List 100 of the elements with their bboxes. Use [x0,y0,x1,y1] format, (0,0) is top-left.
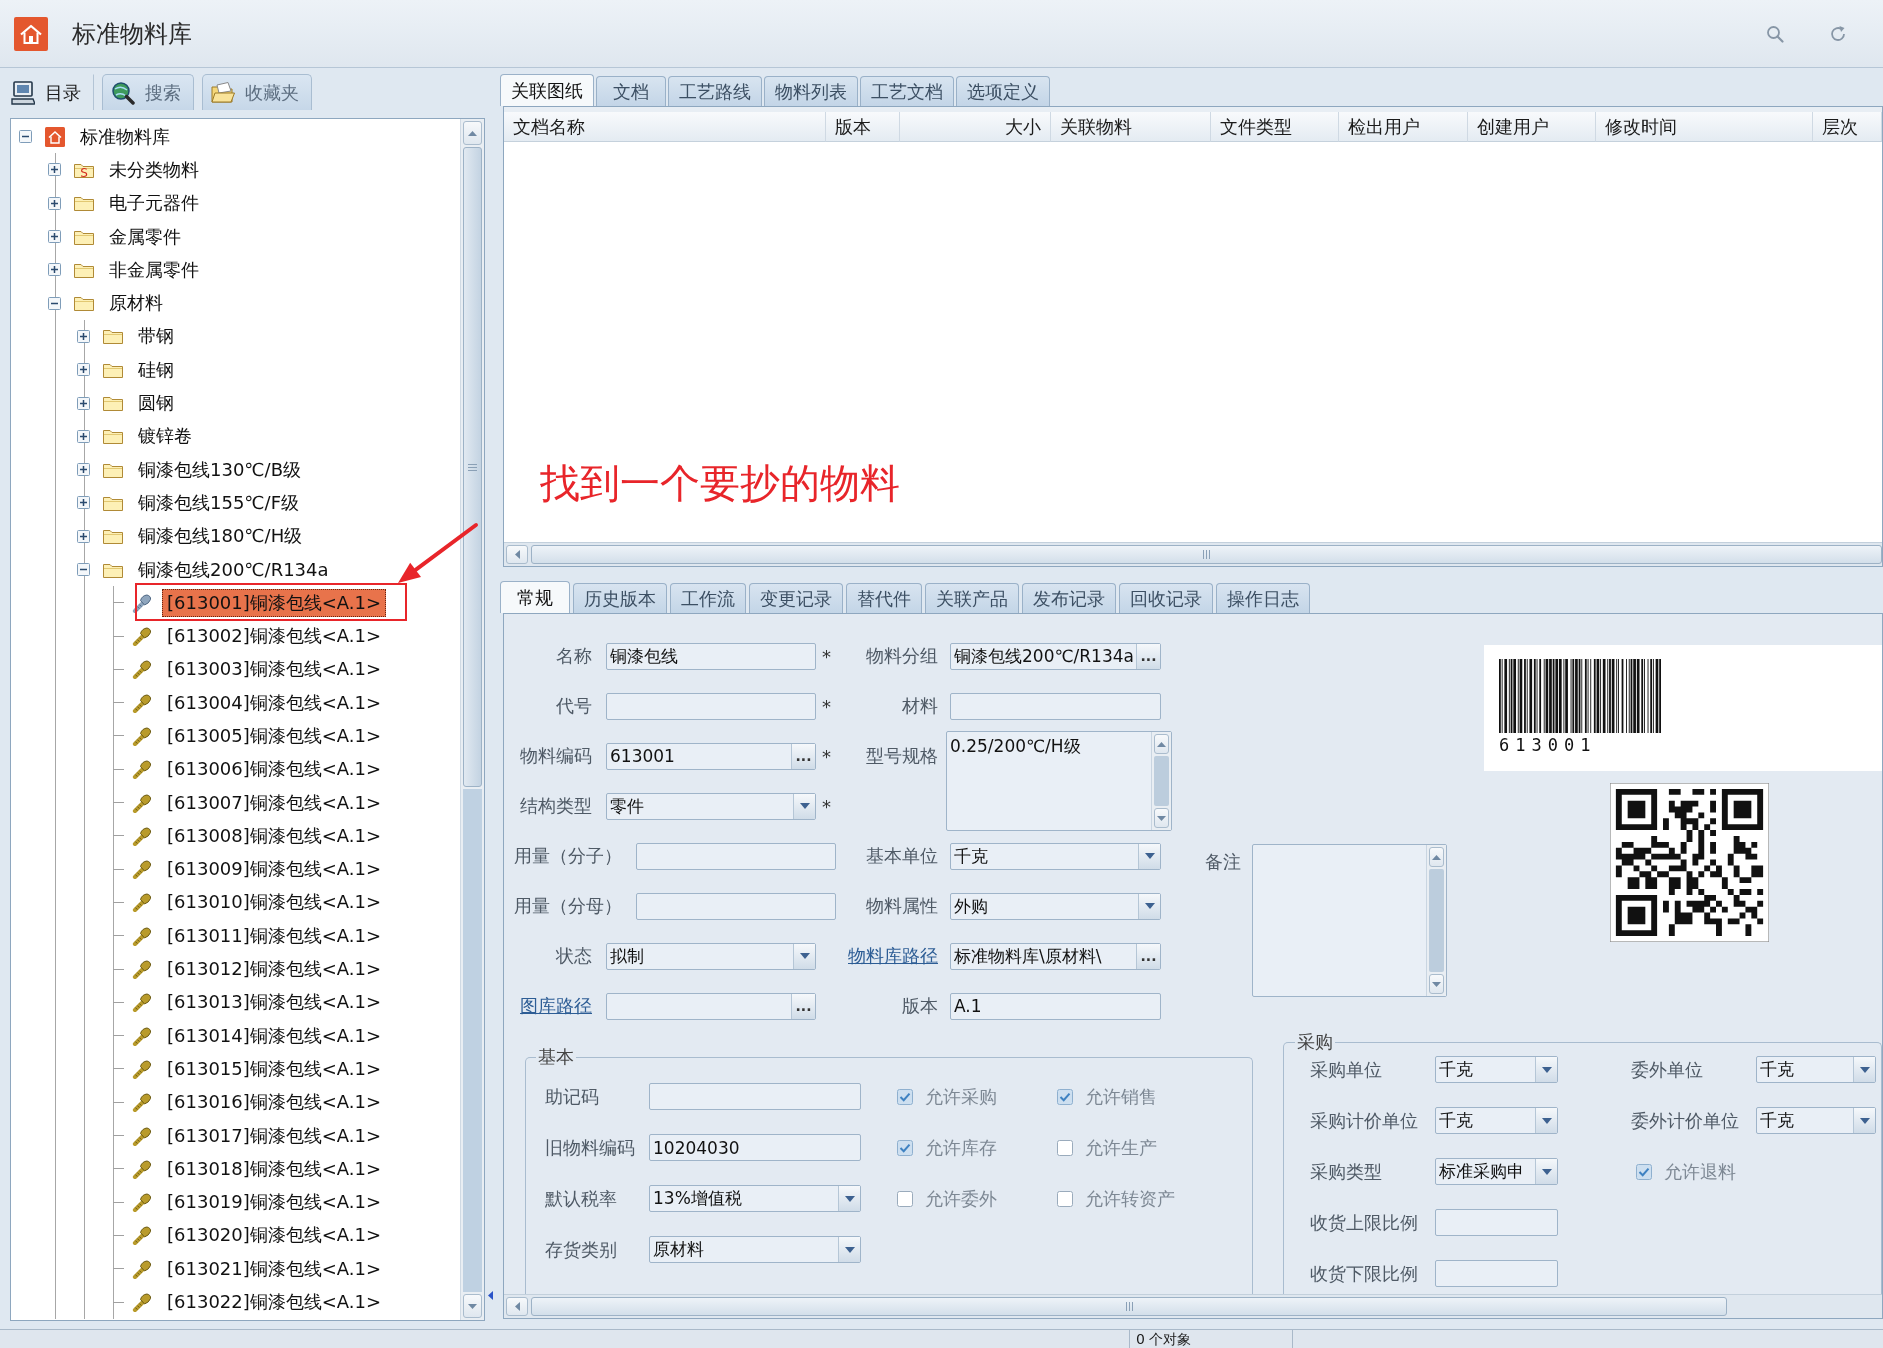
dropdown-field[interactable]: 原材料 [649,1236,861,1263]
plus-box-icon[interactable] [48,230,61,244]
tree-item[interactable]: 铜漆包线200℃/R134a [133,555,334,584]
browse-button[interactable]: ... [791,993,815,1019]
dropdown-button[interactable] [838,1186,860,1211]
text-field[interactable] [1435,1260,1558,1287]
tree-item[interactable]: [613006]铜漆包线<A.1> [162,755,387,784]
tree-item[interactable]: 非金属零件 [104,255,204,284]
browse-field[interactable]: ... [606,992,816,1020]
tab[interactable]: 操作日志 [1216,583,1310,613]
tab[interactable]: 物料列表 [764,76,858,106]
checkbox[interactable] [897,1139,913,1156]
tree-item[interactable]: [613009]铜漆包线<A.1> [162,855,387,884]
tree-item[interactable]: [613008]铜漆包线<A.1> [162,821,387,850]
tree-item[interactable]: 镀锌卷 [133,422,197,451]
tree-item[interactable]: [613001]铜漆包线<A.1> [162,588,387,617]
text-field[interactable]: 铜漆包线 [606,642,816,670]
dropdown-button[interactable] [1535,1108,1557,1133]
link[interactable]: 图库路径 [514,994,592,1018]
tab[interactable]: 关联图纸 [500,74,594,106]
browse-field[interactable]: 613001 ... [606,742,816,770]
triangle-left-icon[interactable] [488,1291,493,1300]
dropdown-field[interactable]: 千克 [1435,1107,1558,1134]
minus-box-icon[interactable] [77,563,90,576]
refresh-icon[interactable] [1829,24,1847,43]
plus-box-icon[interactable] [48,263,61,277]
plus-box-icon[interactable] [77,429,90,443]
tab[interactable]: 文档 [596,76,666,106]
tab[interactable]: 常规 [500,581,570,613]
text-field[interactable] [636,892,836,920]
column-header[interactable]: 创建用户 [1468,112,1596,142]
browse-button[interactable]: ... [1136,643,1160,669]
dropdown-button[interactable] [1138,893,1160,919]
tab[interactable]: 工作流 [670,583,746,613]
plus-box-icon[interactable] [77,463,90,477]
text-area[interactable]: 0.25/200℃/H级 [946,731,1172,831]
checkbox[interactable] [1057,1190,1073,1207]
search-icon[interactable] [1766,24,1784,43]
tree-item[interactable]: [613019]铜漆包线<A.1> [162,1188,387,1217]
tree-item[interactable]: 标准物料库 [75,122,175,151]
column-header[interactable]: 文档名称 [504,112,826,142]
tab[interactable]: 发布记录 [1022,583,1116,613]
dropdown-button[interactable] [793,793,815,819]
tree-item[interactable]: [613020]铜漆包线<A.1> [162,1221,387,1250]
tab[interactable]: 选项定义 [956,76,1050,106]
plus-box-icon[interactable] [48,196,61,210]
tab[interactable]: 替代件 [846,583,922,613]
tree-item[interactable]: [613015]铜漆包线<A.1> [162,1054,387,1083]
checkbox[interactable] [897,1088,913,1105]
minus-box-icon[interactable] [19,130,32,144]
scroll-up-button[interactable] [1429,847,1444,867]
scroll-left-button[interactable] [506,1297,528,1316]
tree-item[interactable]: [613004]铜漆包线<A.1> [162,688,387,717]
dropdown-field[interactable]: 千克 [950,842,1161,870]
tree-item[interactable]: [613011]铜漆包线<A.1> [162,921,387,950]
tree-item[interactable]: [613002]铜漆包线<A.1> [162,622,387,651]
column-header[interactable]: 版本 [826,112,900,142]
column-header[interactable]: 检出用户 [1339,112,1468,142]
text-field[interactable] [636,842,836,870]
tree-item[interactable]: 电子元器件 [104,189,204,218]
text-field[interactable]: A.1 [950,992,1161,1020]
link[interactable]: 物料库路径 [841,944,938,968]
tree-item[interactable]: [613014]铜漆包线<A.1> [162,1021,387,1050]
dropdown-field[interactable]: 标准采购申 [1435,1158,1558,1185]
tree-item[interactable]: 金属零件 [104,222,186,251]
column-header[interactable]: 文件类型 [1211,112,1339,142]
tab[interactable]: 搜索 [102,74,194,110]
tree-item[interactable]: [613010]铜漆包线<A.1> [162,888,387,917]
tree-item[interactable]: 圆钢 [133,389,179,417]
tree-item[interactable]: [613018]铜漆包线<A.1> [162,1154,387,1183]
tree-item[interactable]: [613021]铜漆包线<A.1> [162,1254,387,1283]
scroll-left-button[interactable] [506,545,528,564]
plus-box-icon[interactable] [48,163,61,177]
minus-box-icon[interactable] [48,296,61,310]
tab[interactable]: 变更记录 [749,583,843,613]
tab[interactable]: 回收记录 [1119,583,1213,613]
scroll-up-button[interactable] [1154,734,1169,754]
dropdown-field[interactable]: 13%增值税 [649,1185,861,1212]
tree-item[interactable]: [613022]铜漆包线<A.1> [162,1288,387,1317]
browse-button[interactable]: ... [791,743,815,769]
dropdown-field[interactable]: 拟制 [606,942,816,970]
tree-item[interactable]: [613016]铜漆包线<A.1> [162,1088,387,1117]
dropdown-field[interactable]: 千克 [1756,1056,1876,1083]
scroll-up-button[interactable] [463,121,482,145]
dropdown-field[interactable]: 千克 [1756,1107,1876,1134]
tree-item[interactable]: [613005]铜漆包线<A.1> [162,722,387,750]
checkbox[interactable] [1057,1139,1073,1156]
tree-item[interactable]: 原材料 [104,289,168,318]
column-header[interactable]: 修改时间 [1596,112,1813,142]
plus-box-icon[interactable] [77,496,90,510]
plus-box-icon[interactable] [77,363,90,377]
dropdown-button[interactable] [1853,1057,1875,1082]
checkbox[interactable] [1057,1088,1073,1105]
column-header[interactable]: 大小 [900,112,1051,142]
text-field[interactable]: 10204030 [649,1134,861,1161]
dropdown-button[interactable] [1853,1108,1875,1133]
browse-field[interactable]: 铜漆包线200℃/R134a ... [950,642,1161,670]
scroll-down-button[interactable] [463,1294,482,1318]
dropdown-button[interactable] [1535,1159,1557,1184]
dropdown-field[interactable]: 千克 [1435,1056,1558,1083]
